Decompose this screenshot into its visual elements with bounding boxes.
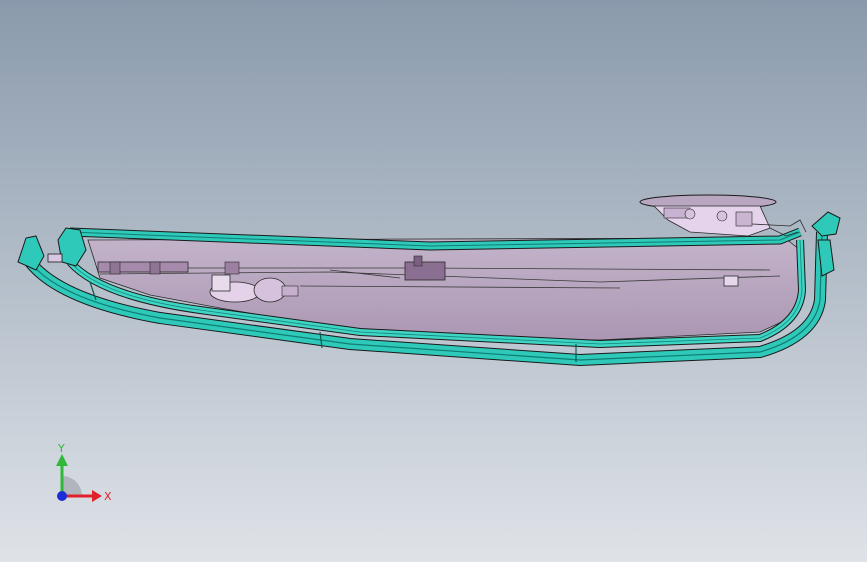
window-regulator-rail bbox=[97, 261, 189, 275]
triad-y-arrow bbox=[56, 454, 68, 466]
triad-x-label: X bbox=[104, 490, 112, 503]
triad-y-label: Y bbox=[57, 442, 65, 455]
small-clip[interactable] bbox=[723, 275, 739, 287]
cad-viewport[interactable]: Y X bbox=[0, 0, 867, 562]
coordinate-triad: Y X bbox=[56, 442, 112, 503]
cad-scene[interactable] bbox=[0, 0, 867, 562]
triad-z-axis bbox=[57, 491, 67, 501]
triad-x-arrow bbox=[92, 490, 102, 502]
